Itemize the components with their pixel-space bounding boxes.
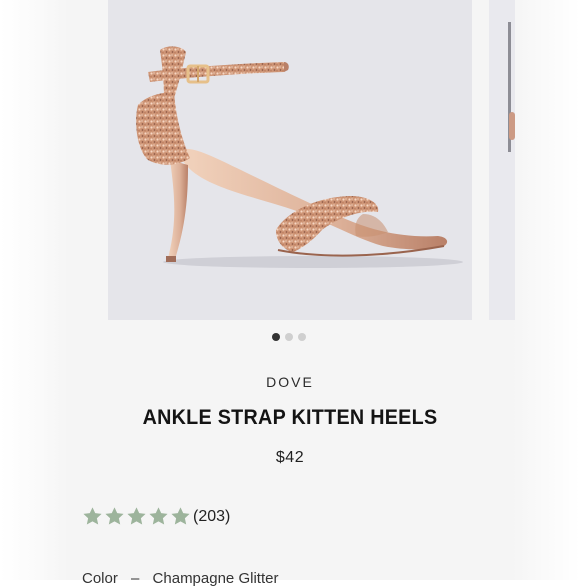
star-icon bbox=[126, 506, 147, 527]
product-rating[interactable]: (203) bbox=[82, 506, 230, 527]
carousel-dot-3[interactable] bbox=[298, 333, 306, 341]
next-slide-image-fragment bbox=[509, 112, 515, 140]
star-icon bbox=[104, 506, 125, 527]
color-separator: – bbox=[131, 570, 140, 587]
carousel-dot-2[interactable] bbox=[285, 333, 293, 341]
color-selection: Color – Champagne Glitter bbox=[82, 570, 278, 587]
carousel-pagination bbox=[272, 333, 306, 341]
product-title: ANKLE STRAP KITTEN HEELS bbox=[142, 406, 438, 429]
carousel-dot-1[interactable] bbox=[272, 333, 280, 341]
product-image bbox=[136, 46, 463, 268]
next-slide-preview[interactable] bbox=[489, 0, 515, 320]
star-icon bbox=[148, 506, 169, 527]
product-price: $42 bbox=[275, 449, 305, 466]
review-count[interactable]: (203) bbox=[193, 508, 230, 526]
product-brand[interactable]: DOVE bbox=[0, 374, 580, 390]
star-icon bbox=[170, 506, 191, 527]
star-icon bbox=[82, 506, 103, 527]
product-image-carousel[interactable] bbox=[108, 0, 472, 320]
color-value: Champagne Glitter bbox=[152, 570, 279, 587]
rating-stars bbox=[82, 506, 191, 527]
color-label: Color bbox=[82, 570, 118, 587]
